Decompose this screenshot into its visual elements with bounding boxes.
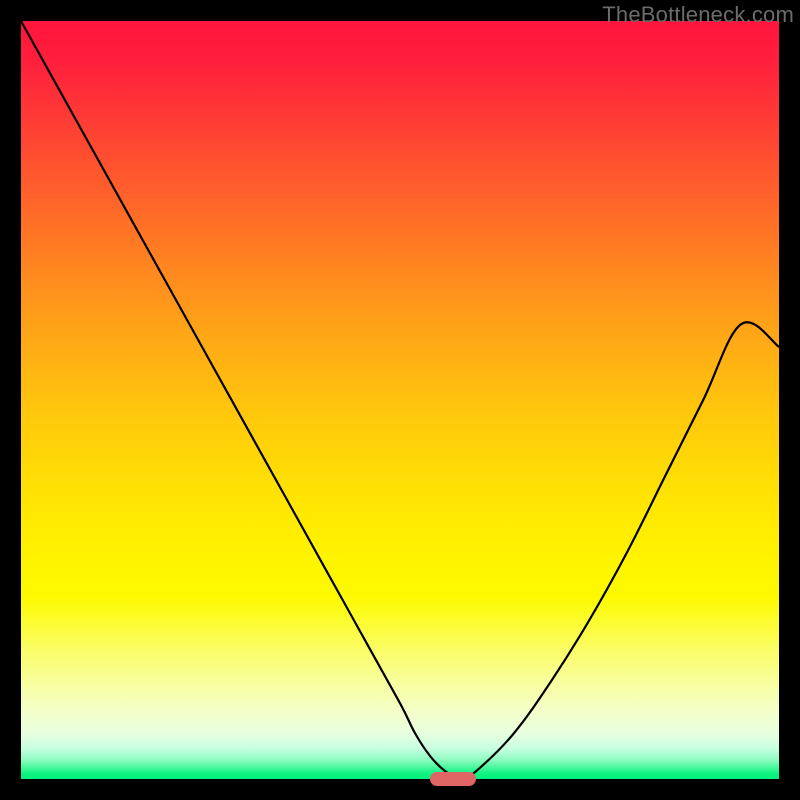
bottleneck-curve <box>21 21 779 779</box>
watermark-text: TheBottleneck.com <box>602 2 794 28</box>
curve-path <box>21 21 779 779</box>
optimal-marker <box>430 772 475 786</box>
